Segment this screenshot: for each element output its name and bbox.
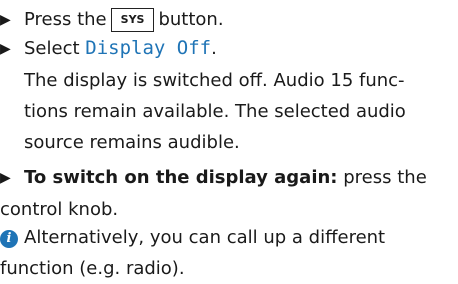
bullet-arrow-icon: ▶ (0, 41, 11, 57)
info-line: function (e.g. radio). (0, 258, 185, 279)
result-line: tions remain available. The selected aud… (24, 101, 406, 122)
step-select-display-off: ▶ Select Display Off. The display is swit… (0, 33, 406, 158)
step-press-sys: ▶ Press the SYS button. (0, 4, 224, 36)
manual-page: ▶ Press the SYS button. ▶ Select Display Off… (0, 0, 458, 283)
info-line: Alternatively, you can call up a differe… (24, 227, 386, 248)
step-switch-on-display: ▶ To switch on the display again: press t… (0, 162, 427, 225)
result-line: source remains audible. (24, 132, 240, 153)
bullet-arrow-icon: ▶ (0, 12, 11, 28)
menu-item-display-off: Display Off (85, 37, 212, 59)
result-line: The display is switched off. Audio 15 fu… (24, 70, 405, 91)
info-icon: i (0, 230, 18, 248)
step-continuation: control knob. (0, 199, 119, 220)
bullet-arrow-icon: ▶ (0, 170, 11, 186)
step-text: Press the (24, 9, 107, 30)
sys-key-label: SYS (110, 8, 155, 32)
info-note: i Alternatively, you can call up a differ… (0, 222, 385, 284)
step-text: press the (343, 167, 427, 188)
step-heading: To switch on the display again: (24, 167, 338, 188)
step-text: . (211, 38, 217, 59)
step-text: button. (158, 9, 224, 30)
step-text: Select (24, 38, 80, 59)
